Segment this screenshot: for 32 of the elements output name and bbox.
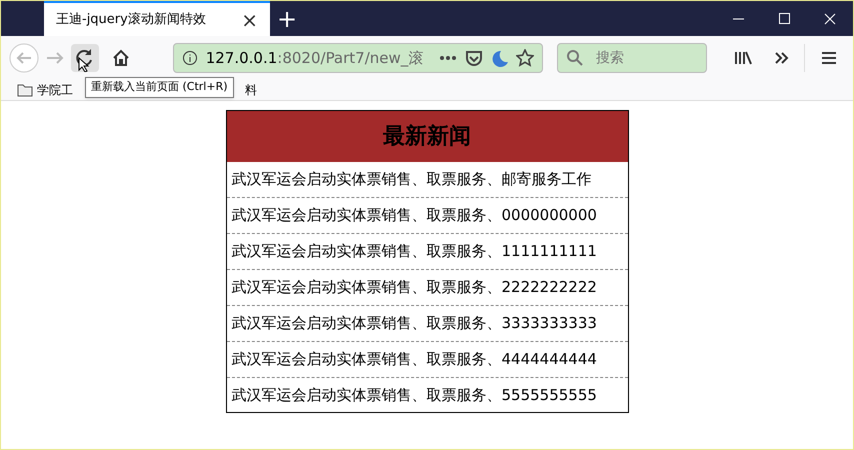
browser-tab[interactable]: 王迪-jquery滚动新闻特效 × [44, 1, 270, 36]
folder-icon [17, 83, 33, 97]
address-bar[interactable]: 127.0.0.1:8020/Part7/new_滚 [173, 43, 543, 73]
pocket-icon[interactable] [465, 49, 483, 67]
info-icon[interactable] [182, 50, 198, 66]
library-icon[interactable] [734, 50, 752, 66]
news-item[interactable]: 武汉军运会启动实体票销售、取票服务、5555555555 [232, 384, 597, 407]
crescent-icon[interactable] [490, 49, 508, 67]
close-tab-button[interactable]: × [241, 10, 258, 30]
search-placeholder: 搜索 [596, 48, 624, 68]
tooltip: 重新载入当前页面 (Ctrl+R) [85, 77, 234, 98]
new-tab-button[interactable]: + [270, 1, 304, 36]
maximize-icon[interactable] [779, 13, 790, 24]
bookmark-folder[interactable]: 料 [245, 81, 257, 99]
news-item[interactable]: 武汉军运会启动实体票销售、取票服务、3333333333 [232, 312, 597, 335]
home-icon[interactable] [111, 48, 131, 68]
news-item[interactable]: 武汉军运会启动实体票销售、取票服务、2222222222 [232, 276, 597, 299]
news-item[interactable]: 武汉军运会启动实体票销售、取票服务、4444444444 [232, 348, 597, 371]
url-text: 127.0.0.1:8020/Part7/new_滚 [206, 48, 424, 69]
chevron-icon[interactable] [774, 50, 790, 66]
menu-icon[interactable] [821, 51, 837, 65]
more-icon[interactable] [439, 55, 458, 61]
news-item[interactable]: 武汉军运会启动实体票销售、取票服务、0000000000 [232, 204, 597, 227]
reload-icon[interactable] [71, 44, 99, 72]
news-item[interactable]: 武汉军运会启动实体票销售、取票服务、邮寄服务工作 [232, 168, 592, 191]
news-title: 最新新闻 [383, 123, 471, 151]
news-item[interactable]: 武汉军运会启动实体票销售、取票服务、1111111111 [232, 240, 597, 263]
close-icon[interactable] [824, 12, 836, 24]
bookmark-folder[interactable]: 学院工 [37, 81, 73, 99]
tab-title: 王迪-jquery滚动新闻特效 [56, 10, 207, 29]
star-icon[interactable] [516, 49, 534, 67]
search-icon [566, 49, 584, 67]
